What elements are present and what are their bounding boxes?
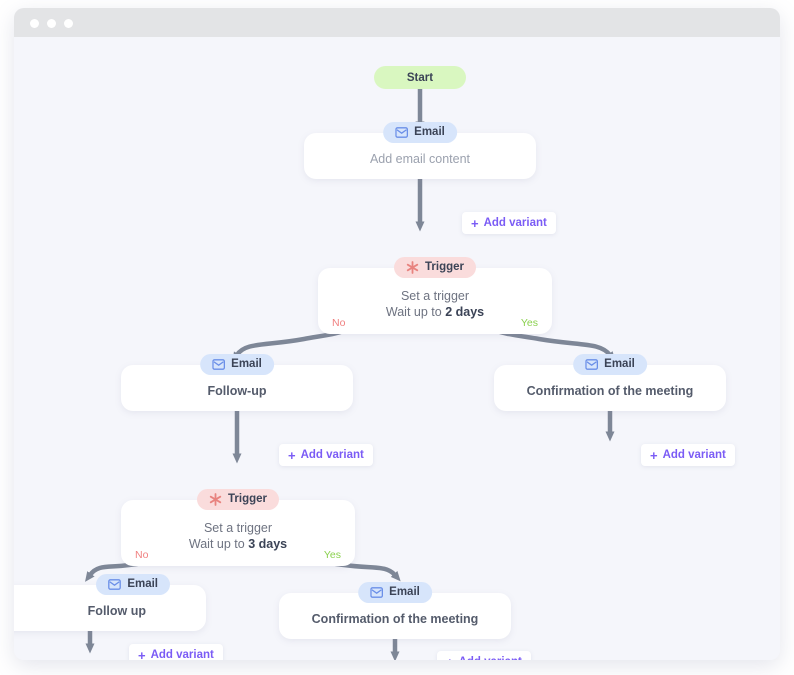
add-variant-label: Add variant — [662, 449, 726, 461]
trigger-badge: Trigger — [197, 489, 279, 510]
branch-label-yes: Yes — [520, 317, 538, 329]
branch-label-no: No — [332, 317, 346, 329]
node-title: Confirmation of the meeting — [526, 384, 694, 398]
envelope-icon — [395, 127, 409, 138]
start-label: Start — [406, 71, 434, 84]
add-variant-button-confirmation-1[interactable]: + Add variant — [641, 444, 735, 466]
email-badge-label: Email — [231, 357, 262, 370]
node-title: Add email content — [369, 152, 471, 166]
node-title: Set a trigger — [400, 289, 470, 303]
node-trigger-2[interactable]: Trigger Set a trigger Wait up to 3 days … — [121, 489, 355, 566]
add-variant-label: Add variant — [150, 649, 214, 660]
envelope-icon — [212, 359, 226, 370]
email-badge: Email — [96, 574, 170, 595]
add-variant-label: Add variant — [459, 656, 522, 660]
node-email-followup-2[interactable]: Email Follow up — [14, 574, 206, 631]
branch-labels: No Yes — [318, 317, 552, 329]
plus-icon: + — [471, 215, 479, 231]
branch-label-yes: Yes — [323, 549, 341, 561]
add-variant-button-confirmation-2[interactable]: + Add variant — [437, 651, 531, 660]
minimize-dot[interactable] — [47, 19, 56, 28]
add-variant-label: Add variant — [300, 449, 364, 461]
node-title: Set a trigger — [203, 521, 273, 535]
add-variant-button-email-root[interactable]: + Add variant — [462, 212, 556, 234]
start-node[interactable]: Start — [374, 66, 466, 89]
node-title: Confirmation of the meeting — [311, 612, 479, 626]
email-badge: Email — [200, 354, 274, 375]
maximize-dot[interactable] — [64, 19, 73, 28]
email-badge-label: Email — [389, 585, 420, 598]
close-dot[interactable] — [30, 19, 39, 28]
email-badge-label: Email — [414, 125, 445, 138]
node-email-confirmation-1[interactable]: Email Confirmation of the meeting — [494, 354, 726, 411]
node-email-followup-1[interactable]: Email Follow-up — [121, 354, 353, 411]
add-variant-label: Add variant — [483, 217, 547, 229]
node-title: Follow up — [87, 604, 146, 618]
asterisk-icon — [209, 493, 222, 506]
email-badge-label: Email — [127, 577, 158, 590]
email-badge: Email — [383, 122, 457, 143]
add-variant-button-followup-1[interactable]: + Add variant — [279, 444, 373, 466]
envelope-icon — [585, 359, 599, 370]
node-title: Follow-up — [207, 384, 267, 398]
branch-labels: No Yes — [121, 549, 355, 561]
plus-icon: + — [650, 447, 658, 463]
email-badge: Email — [573, 354, 647, 375]
node-trigger-1[interactable]: Trigger Set a trigger Wait up to 2 days … — [318, 257, 552, 334]
plus-icon: + — [446, 656, 454, 661]
asterisk-icon — [406, 261, 419, 274]
trigger-badge: Trigger — [394, 257, 476, 278]
trigger-badge-label: Trigger — [425, 260, 464, 273]
trigger-badge-label: Trigger — [228, 492, 267, 505]
envelope-icon — [370, 587, 384, 598]
plus-icon: + — [138, 647, 146, 661]
node-email-root[interactable]: Email Add email content — [304, 122, 536, 179]
email-badge: Email — [358, 582, 432, 603]
branch-label-no: No — [135, 549, 149, 561]
app-window: Start Email Add email content + Add vari… — [14, 8, 780, 660]
add-variant-button-followup-2[interactable]: + Add variant — [129, 644, 223, 660]
envelope-icon — [108, 579, 122, 590]
workflow-canvas[interactable]: Start Email Add email content + Add vari… — [14, 37, 780, 660]
window-titlebar — [14, 8, 780, 37]
plus-icon: + — [288, 447, 296, 463]
email-badge-label: Email — [604, 357, 635, 370]
node-email-confirmation-2[interactable]: Email Confirmation of the meeting — [279, 582, 511, 639]
